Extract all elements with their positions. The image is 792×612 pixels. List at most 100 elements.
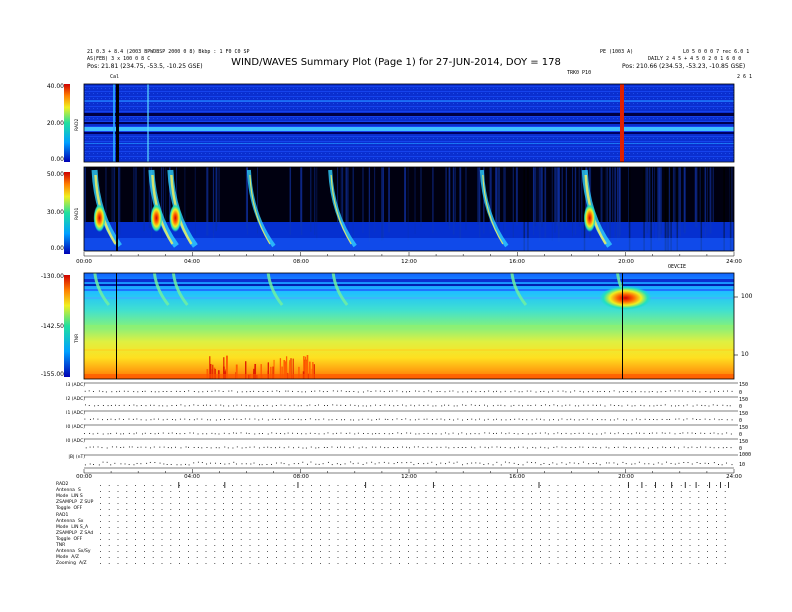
param-dot: [416, 509, 418, 510]
row-point: [596, 433, 598, 435]
row-point: [383, 391, 385, 393]
param-dot: [610, 563, 612, 564]
param-dot: [100, 539, 101, 540]
row-point: [423, 405, 425, 407]
row-point: [133, 464, 135, 466]
row-right-tick: 150: [739, 397, 749, 403]
row-point: [184, 405, 186, 407]
row-point: [270, 447, 272, 449]
param-dot: [249, 515, 251, 516]
row-point: [167, 447, 169, 449]
rad1-streak: [215, 167, 218, 232]
param-dot: [117, 557, 119, 558]
param-dot: [557, 527, 559, 528]
param-dot: [100, 551, 101, 552]
param-dot: [223, 527, 224, 528]
row-right-tick: 0: [739, 432, 743, 438]
row-point: [370, 405, 372, 407]
row-point: [361, 418, 363, 420]
param-dot: [478, 545, 480, 546]
row-point: [127, 390, 129, 392]
param-dot: [434, 491, 436, 492]
param-dot: [504, 497, 506, 498]
row-point: [215, 419, 217, 421]
row-point: [405, 405, 407, 407]
param-dot: [487, 485, 488, 486]
row-right-tick: 0: [739, 390, 743, 396]
param-dot: [328, 563, 330, 564]
row-point: [235, 432, 237, 434]
row-point: [175, 446, 176, 448]
row-point: [517, 464, 519, 465]
param-dot: [346, 533, 348, 534]
param-dot: [443, 521, 444, 522]
row-point: [387, 418, 389, 420]
row-point: [488, 447, 489, 449]
row-point: [180, 404, 182, 406]
param-dot: [144, 557, 145, 558]
param-dot: [548, 497, 550, 498]
param-dot: [108, 527, 110, 528]
param-dot: [487, 551, 488, 552]
param-dot: [152, 563, 154, 564]
param-dot: [188, 515, 189, 516]
param-dot: [249, 551, 251, 552]
param-dot-rows: [100, 485, 726, 564]
param-dot: [276, 515, 277, 516]
row-point: [547, 447, 549, 449]
row-point: [384, 447, 386, 449]
param-dot: [126, 521, 128, 522]
param-dot: [513, 539, 515, 540]
row-point: [686, 404, 688, 406]
row-point: [302, 461, 304, 463]
rad1-tick-top: 50.00: [46, 171, 64, 178]
row-point: [678, 390, 680, 392]
param-dot: [592, 497, 594, 498]
param-dot: [434, 557, 436, 558]
row-point: [318, 463, 320, 465]
param-dot: [337, 533, 339, 534]
param-dot: [698, 539, 700, 540]
param-dot: [592, 563, 594, 564]
param-dot: [557, 539, 559, 540]
row-point: [687, 462, 689, 464]
row-point: [625, 447, 627, 448]
row-point: [305, 433, 307, 435]
param-dot: [205, 563, 207, 564]
param-dot: [364, 533, 365, 534]
param-dot: [707, 533, 708, 534]
row-point: [432, 405, 434, 407]
rad2-tick-top: 40.00: [46, 83, 64, 90]
param-dot: [320, 515, 321, 516]
row-point: [292, 390, 293, 392]
row-point: [493, 391, 494, 393]
param-dot: [496, 509, 497, 510]
row-label: I0 (ADC): [66, 425, 85, 430]
param-dot: [698, 557, 700, 558]
param-dot: [707, 497, 708, 498]
row-point: [357, 405, 359, 407]
row-point: [656, 432, 658, 434]
row-point: [365, 447, 367, 449]
param-dot: [355, 491, 356, 492]
param-dot: [214, 545, 216, 546]
row-point: [696, 462, 698, 463]
row-point: [638, 461, 640, 463]
row-point: [284, 404, 286, 406]
param-dot: [152, 497, 154, 498]
param-dot: [108, 521, 110, 522]
param-dot: [689, 533, 691, 534]
param-dot: [698, 527, 700, 528]
rad2-label: RAD2: [75, 118, 80, 131]
param-dot: [161, 545, 163, 546]
param-dot: [249, 557, 251, 558]
param-row: Antenna Sx/Sy: [56, 549, 91, 554]
param-dot: [399, 545, 400, 546]
row-point: [644, 463, 646, 465]
row-point: [353, 419, 354, 421]
param-dot: [513, 545, 515, 546]
param-dot: [592, 509, 594, 510]
param-dot: [504, 509, 506, 510]
param-dot: [628, 557, 629, 558]
row-point: [699, 391, 701, 393]
